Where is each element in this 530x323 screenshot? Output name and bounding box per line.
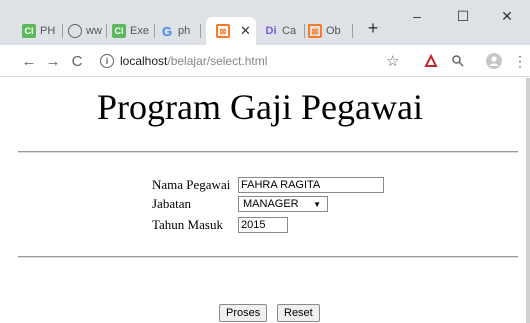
tab-exe[interactable]: CI Exe bbox=[112, 17, 155, 45]
nama-label: Nama Pegawai bbox=[152, 177, 231, 192]
tahun-row: Tahun Masuk 2015 bbox=[152, 217, 288, 233]
xampp-icon: ⊠ bbox=[216, 24, 230, 38]
tab-separator bbox=[106, 24, 107, 38]
divider-top bbox=[18, 151, 518, 153]
address-bar[interactable]: i localhost/belajar/select.html bbox=[100, 49, 410, 73]
tab-separator bbox=[154, 24, 155, 38]
back-button[interactable]: ← bbox=[18, 50, 40, 72]
tab-ob[interactable]: ⊠ Ob bbox=[308, 17, 353, 45]
chevron-down-icon: ▼ bbox=[313, 199, 321, 209]
close-icon[interactable]: ✕ bbox=[240, 23, 251, 39]
bookmark-star-icon[interactable]: ☆ bbox=[386, 52, 399, 70]
tab-label: Ca bbox=[282, 25, 297, 37]
minimize-button[interactable]: – bbox=[394, 2, 440, 30]
tab-ph[interactable]: CI PH bbox=[22, 17, 63, 45]
tab-active[interactable]: ⊠ ✕ bbox=[206, 17, 256, 45]
tahun-label: Tahun Masuk bbox=[152, 217, 223, 232]
search-extension-icon[interactable] bbox=[450, 53, 466, 69]
di-icon: Di bbox=[265, 25, 277, 37]
tab-separator bbox=[62, 24, 63, 38]
globe-icon bbox=[68, 24, 82, 38]
tab-label: Ob bbox=[326, 25, 341, 37]
tab-ca[interactable]: Di Ca bbox=[264, 17, 305, 45]
jabatan-selected-value: MANAGER bbox=[243, 198, 299, 210]
xampp-icon: ⊠ bbox=[308, 24, 322, 38]
tab-label: Exe bbox=[130, 25, 149, 37]
tab-separator bbox=[304, 24, 305, 38]
tab-ww[interactable]: ww bbox=[68, 17, 107, 45]
forward-button[interactable]: → bbox=[42, 50, 64, 72]
nama-row: Nama Pegawai FAHRA RAGITA bbox=[152, 177, 384, 193]
new-tab-button[interactable]: + bbox=[362, 18, 384, 39]
ci-icon: CI bbox=[22, 24, 36, 38]
pdf-extension-icon[interactable] bbox=[423, 53, 439, 69]
jabatan-select[interactable]: MANAGER ▼ bbox=[238, 196, 328, 212]
jabatan-label: Jabatan bbox=[152, 196, 191, 211]
scrollbar[interactable] bbox=[526, 78, 530, 323]
close-window-button[interactable]: ✕ bbox=[484, 2, 530, 30]
maximize-button[interactable]: ☐ bbox=[440, 2, 486, 30]
info-icon[interactable]: i bbox=[100, 54, 114, 68]
ci-icon: CI bbox=[112, 24, 126, 38]
browser-toolbar: ← → C i localhost/belajar/select.html ☆ … bbox=[0, 45, 530, 77]
tab-ph-google[interactable]: G ph bbox=[160, 17, 201, 45]
url-host: localhost bbox=[120, 54, 168, 68]
divider-bottom bbox=[18, 256, 518, 258]
reset-button[interactable]: Reset bbox=[277, 304, 320, 322]
tab-label: ph bbox=[178, 25, 191, 37]
tab-label: ww bbox=[86, 25, 102, 37]
profile-avatar-icon[interactable] bbox=[486, 53, 502, 69]
tahun-input[interactable]: 2015 bbox=[238, 217, 288, 233]
page-title: Program Gaji Pegawai bbox=[97, 87, 423, 127]
tab-strip: CI PH ww CI Exe G ph ⊠ ✕ Di Ca ⊠ Ob + – … bbox=[0, 0, 530, 45]
tab-label: PH bbox=[40, 25, 56, 37]
url-path: /belajar/select.html bbox=[167, 54, 268, 68]
nama-input[interactable]: FAHRA RAGITA bbox=[238, 177, 384, 193]
tab-separator bbox=[352, 24, 353, 38]
jabatan-row: Jabatan MANAGER ▼ bbox=[152, 196, 328, 212]
page-content: Program Gaji Pegawai Nama Pegawai FAHRA … bbox=[0, 78, 530, 323]
google-icon: G bbox=[161, 23, 173, 39]
reload-button[interactable]: C bbox=[66, 50, 88, 72]
menu-kebab-icon[interactable]: ⋮ bbox=[512, 53, 528, 69]
proses-button[interactable]: Proses bbox=[219, 304, 268, 322]
tab-separator bbox=[200, 24, 201, 38]
